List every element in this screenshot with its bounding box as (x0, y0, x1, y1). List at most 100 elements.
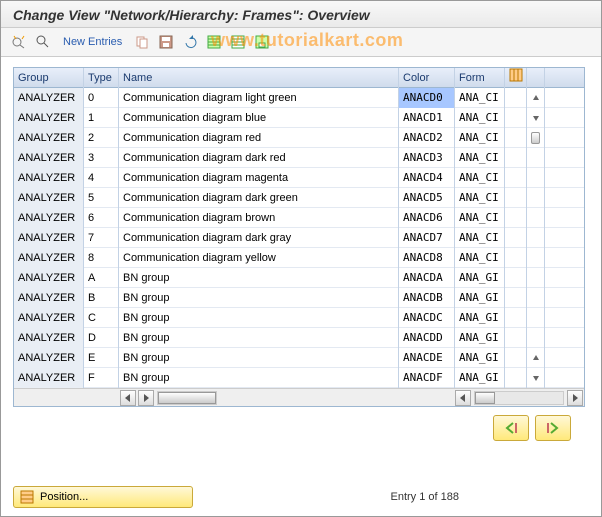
search-icon[interactable] (33, 32, 53, 52)
cell-form[interactable]: ANA_CI (455, 248, 505, 268)
cell-name[interactable]: Communication diagram light green (119, 88, 399, 108)
prev-page-button[interactable] (493, 415, 529, 441)
table-row[interactable]: ANALYZERFBN groupANACDFANA_GI (14, 368, 584, 388)
cell-name[interactable]: BN group (119, 348, 399, 368)
cell-type[interactable]: 7 (84, 228, 119, 248)
cell-name[interactable]: Communication diagram dark red (119, 148, 399, 168)
copy-icon[interactable] (132, 32, 152, 52)
cell-name[interactable]: Communication diagram magenta (119, 168, 399, 188)
table-row[interactable]: ANALYZER8Communication diagram yellowANA… (14, 248, 584, 268)
cell-type[interactable]: 8 (84, 248, 119, 268)
cell-group[interactable]: ANALYZER (14, 168, 84, 188)
cell-form[interactable]: ANA_GI (455, 368, 505, 388)
toggle-display-icon[interactable] (9, 32, 29, 52)
cell-group[interactable]: ANALYZER (14, 308, 84, 328)
cell-color[interactable]: ANACD3 (399, 148, 455, 168)
cell-color[interactable]: ANACDD (399, 328, 455, 348)
table-row[interactable]: ANALYZER3Communication diagram dark redA… (14, 148, 584, 168)
cell-type[interactable]: 0 (84, 88, 119, 108)
cell-color[interactable]: ANACD4 (399, 168, 455, 188)
next-page-button[interactable] (535, 415, 571, 441)
save-icon[interactable] (156, 32, 176, 52)
cell-name[interactable]: Communication diagram brown (119, 208, 399, 228)
hscroll-right2[interactable] (567, 390, 583, 406)
col-header-form[interactable]: Form (455, 68, 505, 88)
cell-form[interactable]: ANA_CI (455, 148, 505, 168)
cell-group[interactable]: ANALYZER (14, 148, 84, 168)
vscroll-cell[interactable] (527, 368, 545, 388)
cell-form[interactable]: ANA_GI (455, 308, 505, 328)
cell-group[interactable]: ANALYZER (14, 88, 84, 108)
select-columns-icon[interactable] (505, 68, 527, 88)
hscroll-left[interactable] (120, 390, 136, 406)
cell-name[interactable]: Communication diagram yellow (119, 248, 399, 268)
cell-type[interactable]: 2 (84, 128, 119, 148)
col-header-type[interactable]: Type (84, 68, 119, 88)
cell-group[interactable]: ANALYZER (14, 348, 84, 368)
cell-color[interactable]: ANACD2 (399, 128, 455, 148)
cell-group[interactable]: ANALYZER (14, 288, 84, 308)
table-row[interactable]: ANALYZER6Communication diagram brownANAC… (14, 208, 584, 228)
cell-type[interactable]: 1 (84, 108, 119, 128)
cell-form[interactable]: ANA_CI (455, 228, 505, 248)
cell-type[interactable]: E (84, 348, 119, 368)
hscroll-track-right[interactable] (474, 391, 564, 405)
hscroll-track-left[interactable] (157, 391, 217, 405)
select-all-icon[interactable] (204, 32, 224, 52)
undo-icon[interactable] (180, 32, 200, 52)
table-row[interactable]: ANALYZERCBN groupANACDCANA_GI (14, 308, 584, 328)
hscroll-left2[interactable] (455, 390, 471, 406)
position-button[interactable]: Position... (13, 486, 193, 508)
cell-color[interactable]: ANACDB (399, 288, 455, 308)
cell-name[interactable]: Communication diagram dark green (119, 188, 399, 208)
deselect-all-icon[interactable] (228, 32, 248, 52)
cell-group[interactable]: ANALYZER (14, 248, 84, 268)
vscroll-cell[interactable] (527, 108, 545, 128)
vscroll-cell[interactable] (527, 88, 545, 108)
print-icon[interactable] (252, 32, 272, 52)
table-row[interactable]: ANALYZERBBN groupANACDBANA_GI (14, 288, 584, 308)
cell-form[interactable]: ANA_CI (455, 88, 505, 108)
cell-color[interactable]: ANACD7 (399, 228, 455, 248)
cell-type[interactable]: A (84, 268, 119, 288)
cell-form[interactable]: ANA_GI (455, 288, 505, 308)
cell-color[interactable]: ANACD5 (399, 188, 455, 208)
cell-color[interactable]: ANACD0 (399, 88, 455, 108)
cell-group[interactable]: ANALYZER (14, 128, 84, 148)
cell-form[interactable]: ANA_CI (455, 108, 505, 128)
cell-form[interactable]: ANA_CI (455, 188, 505, 208)
table-row[interactable]: ANALYZER1Communication diagram blueANACD… (14, 108, 584, 128)
table-row[interactable]: ANALYZERABN groupANACDAANA_GI (14, 268, 584, 288)
cell-group[interactable]: ANALYZER (14, 108, 84, 128)
hscroll-right[interactable] (138, 390, 154, 406)
cell-type[interactable]: 4 (84, 168, 119, 188)
table-row[interactable]: ANALYZER5Communication diagram dark gree… (14, 188, 584, 208)
cell-color[interactable]: ANACDA (399, 268, 455, 288)
cell-name[interactable]: Communication diagram red (119, 128, 399, 148)
cell-color[interactable]: ANACDC (399, 308, 455, 328)
cell-type[interactable]: C (84, 308, 119, 328)
col-header-name[interactable]: Name (119, 68, 399, 88)
vscroll-cell[interactable] (527, 348, 545, 368)
cell-name[interactable]: BN group (119, 288, 399, 308)
cell-type[interactable]: 6 (84, 208, 119, 228)
table-row[interactable]: ANALYZEREBN groupANACDEANA_GI (14, 348, 584, 368)
cell-type[interactable]: B (84, 288, 119, 308)
cell-group[interactable]: ANALYZER (14, 268, 84, 288)
cell-color[interactable]: ANACD1 (399, 108, 455, 128)
table-row[interactable]: ANALYZER4Communication diagram magentaAN… (14, 168, 584, 188)
cell-group[interactable]: ANALYZER (14, 368, 84, 388)
cell-name[interactable]: BN group (119, 308, 399, 328)
table-row[interactable]: ANALYZERDBN groupANACDDANA_GI (14, 328, 584, 348)
cell-type[interactable]: 3 (84, 148, 119, 168)
cell-name[interactable]: BN group (119, 328, 399, 348)
cell-color[interactable]: ANACD8 (399, 248, 455, 268)
cell-type[interactable]: 5 (84, 188, 119, 208)
cell-color[interactable]: ANACDF (399, 368, 455, 388)
cell-name[interactable]: BN group (119, 368, 399, 388)
cell-form[interactable]: ANA_GI (455, 328, 505, 348)
table-row[interactable]: ANALYZER0Communication diagram light gre… (14, 88, 584, 108)
cell-name[interactable]: Communication diagram blue (119, 108, 399, 128)
cell-color[interactable]: ANACD6 (399, 208, 455, 228)
cell-group[interactable]: ANALYZER (14, 328, 84, 348)
